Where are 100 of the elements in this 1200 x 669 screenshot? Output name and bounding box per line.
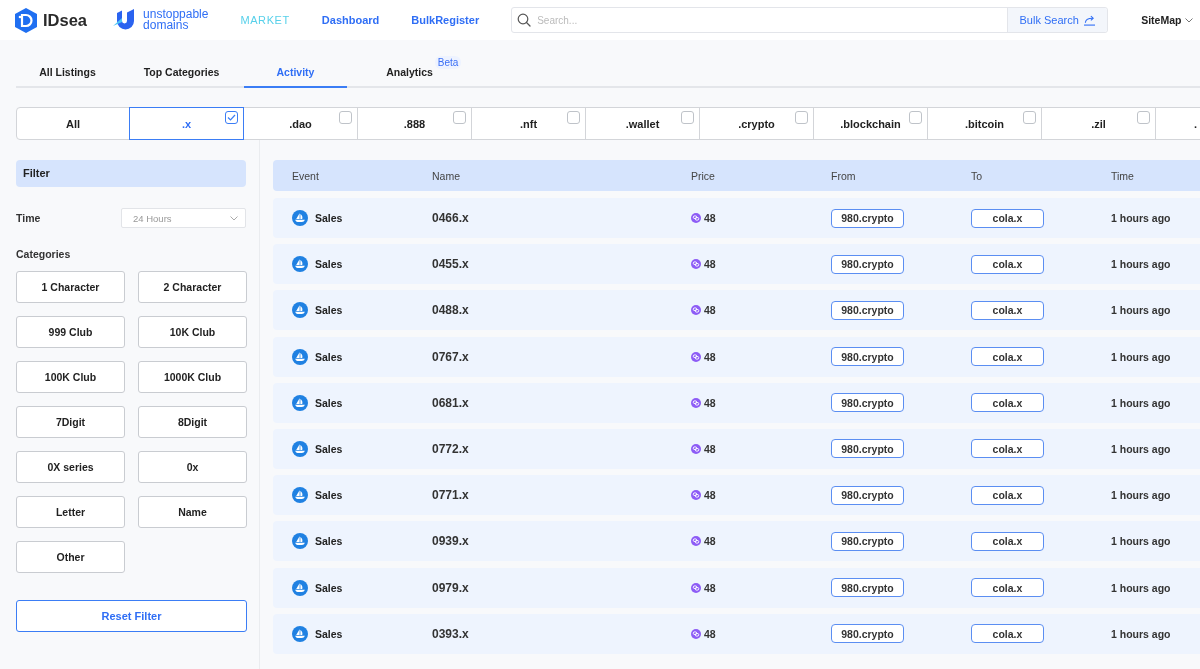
checkbox-icon[interactable] — [909, 111, 922, 124]
recipient-domain-tag[interactable]: cola.x — [971, 485, 1044, 505]
sender-domain-tag[interactable]: 980.crypto — [831, 578, 904, 597]
recipient-domain-tag[interactable]: cola.x — [971, 393, 1044, 413]
sitemap-menu[interactable]: SiteMap — [1141, 14, 1194, 26]
domain-filter-tab[interactable]: .nft — [471, 107, 586, 140]
hexagon-logo-icon[interactable] — [15, 7, 37, 33]
domain-filter-tab[interactable]: .crypto — [699, 107, 814, 140]
category-button[interactable]: 10K Club — [138, 316, 247, 348]
domain-name[interactable]: 0939.x — [432, 534, 469, 549]
domain-name[interactable]: 0771.x — [432, 488, 469, 503]
search-bar[interactable]: Search... Bulk Search — [511, 7, 1109, 33]
domain-filter-tab[interactable]: .zil — [1041, 107, 1156, 140]
activity-row[interactable]: Sales 0767.x 48 980.crypto cola.x 1 hours ago — [273, 336, 1200, 377]
category-button[interactable]: 1 Character — [16, 271, 125, 303]
checked-checkbox-icon[interactable] — [225, 111, 238, 124]
domain-name[interactable]: 0393.x — [432, 626, 469, 641]
sender-domain-tag[interactable]: 980.crypto — [831, 439, 904, 459]
column-header: Time — [1111, 169, 1134, 182]
category-button[interactable]: 0X series — [16, 451, 125, 483]
activity-row[interactable]: Sales 0466.x 48 980.crypto cola.x 1 hours ago — [273, 198, 1200, 238]
domain-name[interactable]: 0979.x — [432, 580, 469, 595]
checkbox-icon[interactable] — [1137, 111, 1150, 124]
category-button[interactable]: 1000K Club — [138, 361, 247, 393]
recipient-domain-tag[interactable]: cola.x — [971, 347, 1044, 367]
sender-domain-tag[interactable]: 980.crypto — [831, 208, 904, 228]
nav-link[interactable]: Dashboard — [321, 14, 380, 26]
sailboat-icon — [292, 487, 308, 504]
column-header: To — [971, 169, 983, 182]
sailboat-icon — [292, 394, 308, 411]
recipient-domain-tag[interactable]: cola.x — [971, 300, 1044, 320]
category-button[interactable]: 0x — [138, 451, 247, 483]
domain-filter-tab[interactable]: . — [1155, 107, 1200, 140]
checkbox-icon[interactable] — [681, 111, 694, 124]
checkbox-icon[interactable] — [453, 111, 466, 124]
domain-name[interactable]: 0767.x — [432, 349, 469, 364]
category-button[interactable]: Name — [138, 496, 247, 528]
domain-filter-tab[interactable]: .bitcoin — [927, 107, 1042, 140]
market-tab[interactable]: Activity — [244, 58, 347, 88]
partner-brand-name[interactable]: unstoppable domains — [143, 9, 209, 31]
sender-domain-tag[interactable]: 980.crypto — [831, 485, 904, 505]
recipient-domain-tag[interactable]: cola.x — [971, 254, 1044, 274]
category-button[interactable]: 999 Club — [16, 316, 125, 348]
sailboat-icon — [292, 533, 308, 550]
coin-icon — [691, 490, 701, 501]
checkbox-icon[interactable] — [567, 111, 580, 124]
sender-domain-tag[interactable]: 980.crypto — [831, 531, 904, 551]
market-tab[interactable]: All Listings — [16, 58, 119, 88]
category-button[interactable]: Other — [16, 541, 125, 573]
sender-domain-tag[interactable]: 980.crypto — [831, 347, 904, 367]
sender-domain-tag[interactable]: 980.crypto — [831, 624, 904, 644]
u-shape-logo-icon[interactable] — [113, 9, 136, 31]
sender-domain-tag[interactable]: 980.crypto — [831, 393, 904, 413]
checkbox-icon[interactable] — [339, 111, 352, 124]
activity-row[interactable]: Sales 0771.x 48 980.crypto cola.x 1 hours ago — [273, 475, 1200, 516]
market-tab[interactable]: Top Categories — [130, 58, 233, 88]
checkbox-icon[interactable] — [1023, 111, 1036, 124]
domain-name[interactable]: 0681.x — [432, 395, 469, 410]
reset-filter-button[interactable]: Reset Filter — [16, 600, 247, 632]
domain-filter-tab[interactable]: .888 — [357, 107, 472, 140]
domain-name[interactable]: 0455.x — [432, 257, 469, 272]
recipient-domain-tag[interactable]: cola.x — [971, 578, 1044, 597]
domain-filter-tab[interactable]: .wallet — [585, 107, 700, 140]
sender-domain-tag[interactable]: 980.crypto — [831, 254, 904, 274]
category-button[interactable]: 2 Character — [138, 271, 247, 303]
category-button[interactable]: Letter — [16, 496, 125, 528]
domain-name[interactable]: 0772.x — [432, 441, 469, 456]
activity-row[interactable]: Sales 0772.x 48 980.crypto cola.x 1 hours ago — [273, 428, 1200, 469]
domain-filter-tab[interactable]: .x — [129, 107, 244, 140]
sender-domain-tag[interactable]: 980.crypto — [831, 300, 904, 320]
time-ago: 1 hours ago — [1111, 258, 1171, 271]
checkbox-icon[interactable] — [795, 111, 808, 124]
price-value: 48 — [704, 489, 716, 502]
categories-label: Categories — [16, 248, 72, 260]
recipient-domain-tag[interactable]: cola.x — [971, 439, 1044, 459]
category-button[interactable]: 7Digit — [16, 406, 125, 438]
brand-name[interactable]: IDsea — [43, 10, 88, 30]
activity-row[interactable]: Sales 0455.x 48 980.crypto cola.x 1 hours ago — [273, 244, 1200, 285]
market-tab[interactable]: Analytics Beta — [358, 58, 461, 88]
recipient-domain-tag[interactable]: cola.x — [971, 531, 1044, 551]
activity-row[interactable]: Sales 0979.x 48 980.crypto cola.x 1 hours ago — [273, 567, 1200, 608]
category-button[interactable]: 8Digit — [138, 406, 247, 438]
event-type: Sales — [315, 627, 343, 640]
category-button[interactable]: 100K Club — [16, 361, 125, 393]
recipient-domain-tag[interactable]: cola.x — [971, 208, 1044, 228]
domain-filter-tab[interactable]: .blockchain — [813, 107, 928, 140]
activity-row[interactable]: Sales 0681.x 48 980.crypto cola.x 1 hours ago — [273, 382, 1200, 423]
search-field[interactable]: Search... — [537, 10, 1008, 30]
bulk-search-button[interactable]: Bulk Search — [1007, 8, 1108, 32]
domain-name[interactable]: 0488.x — [432, 303, 469, 318]
domain-name[interactable]: 0466.x — [432, 211, 469, 225]
activity-row[interactable]: Sales 0393.x 48 980.crypto cola.x 1 hours ago — [273, 613, 1200, 654]
price-value: 48 — [704, 350, 716, 363]
domain-filter-tab[interactable]: All — [16, 107, 130, 140]
nav-link[interactable]: BulkRegister — [411, 14, 480, 26]
recipient-domain-tag[interactable]: cola.x — [971, 624, 1044, 644]
sailboat-icon — [292, 302, 308, 319]
activity-row[interactable]: Sales 0488.x 48 980.crypto cola.x 1 hours ago — [273, 290, 1200, 331]
activity-row[interactable]: Sales 0939.x 48 980.crypto cola.x 1 hours ago — [273, 521, 1200, 562]
domain-filter-tab[interactable]: .dao — [243, 107, 358, 140]
